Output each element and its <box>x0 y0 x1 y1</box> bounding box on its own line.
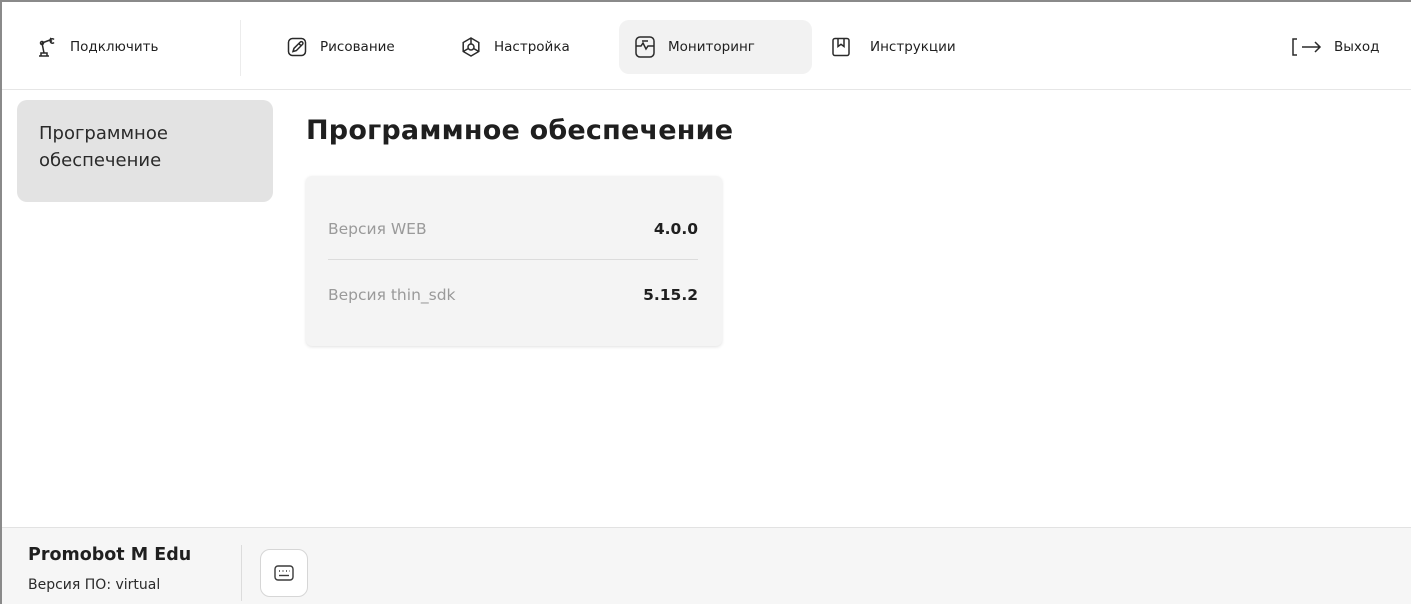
app-window: Подключить Рисование Настройка Мониторин… <box>0 0 1411 604</box>
sidebar-item-software[interactable]: Программное обеспечение <box>17 100 273 202</box>
version-info-card: Версия WEB 4.0.0 Версия thin_sdk 5.15.2 <box>306 176 722 346</box>
keyboard-button[interactable] <box>260 549 308 597</box>
robot-model-name: Promobot M Edu <box>28 545 192 565</box>
page-title: Программное обеспечение <box>306 115 734 146</box>
nav-connect-button[interactable]: Подключить <box>34 20 234 74</box>
robot-arm-icon <box>34 34 60 60</box>
nav-instructions-label: Инструкции <box>870 39 956 55</box>
nav-connect-label: Подключить <box>70 39 159 55</box>
sidebar-item-label: Программное обеспечение <box>39 123 168 171</box>
gear-icon <box>458 34 484 60</box>
nav-settings-label: Настройка <box>494 39 570 55</box>
footer-divider <box>241 545 242 601</box>
monitor-waveform-icon <box>632 34 658 60</box>
top-nav-bar: Подключить Рисование Настройка Мониторин… <box>2 2 1411 90</box>
pencil-icon <box>284 34 310 60</box>
software-version-text: Версия ПО: virtual <box>28 577 161 593</box>
version-label: Версия thin_sdk <box>328 286 456 304</box>
status-footer: Promobot M Edu Версия ПО: virtual <box>2 527 1411 604</box>
bookmark-icon <box>828 34 854 60</box>
nav-settings-tab[interactable]: Настройка <box>458 20 570 74</box>
nav-divider <box>240 20 241 76</box>
nav-instructions-tab[interactable]: Инструкции <box>828 20 956 74</box>
nav-drawing-label: Рисование <box>320 39 395 55</box>
logout-arrow-icon <box>1290 34 1324 60</box>
nav-drawing-tab[interactable]: Рисование <box>284 20 395 74</box>
version-row-web: Версия WEB 4.0.0 <box>328 196 698 262</box>
version-label: Версия WEB <box>328 220 427 238</box>
logout-label: Выход <box>1334 39 1380 55</box>
nav-monitoring-label: Мониторинг <box>668 39 755 55</box>
version-value: 4.0.0 <box>653 220 698 238</box>
keyboard-icon <box>273 564 295 582</box>
logout-button[interactable]: Выход <box>1290 20 1380 74</box>
version-row-thin-sdk: Версия thin_sdk 5.15.2 <box>328 262 698 328</box>
nav-monitoring-tab[interactable]: Мониторинг <box>619 20 812 74</box>
version-value: 5.15.2 <box>643 286 698 304</box>
row-divider <box>328 259 698 260</box>
